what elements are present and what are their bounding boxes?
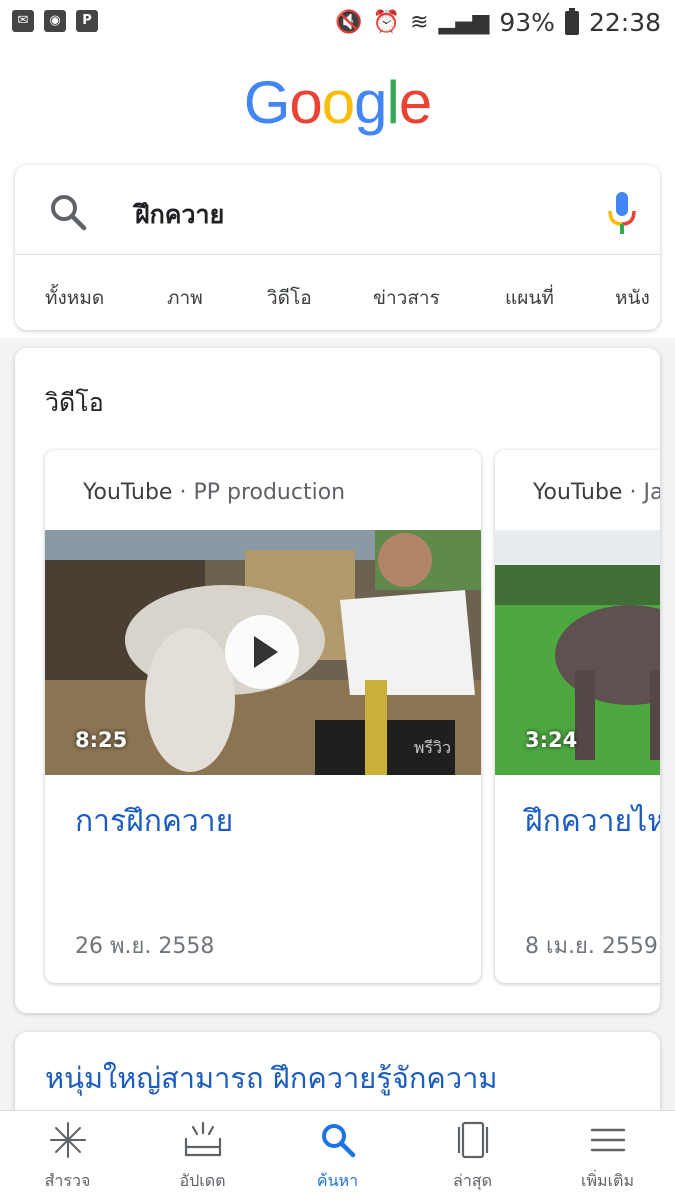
mail-icon: ✉ xyxy=(12,10,34,32)
clock: 22:38 xyxy=(588,8,661,37)
logo-letter: e xyxy=(398,69,432,136)
google-logo: Google xyxy=(0,68,675,137)
tab-maps[interactable]: แผนที่ xyxy=(505,283,554,313)
nav-label: อัปเดต xyxy=(179,1171,226,1190)
notification-icons: ✉ ◉ P xyxy=(12,10,98,32)
video-platform: YouTube xyxy=(533,480,623,505)
status-bar: ✉ ◉ P 🔇 ⏰ ≋ ▂▄▆ 93% 22:38 xyxy=(0,0,675,48)
search-tabs: ทั้งหมด ภาพ วิดีโอ ข่าวสาร แผนที่ หนัง xyxy=(15,255,660,330)
video-duration: 3:24 xyxy=(525,728,578,752)
search-icon xyxy=(322,1124,356,1158)
tab-videos[interactable]: วิดีโอ xyxy=(267,283,312,313)
parking-icon: P xyxy=(76,10,98,32)
recent-icon xyxy=(457,1121,489,1159)
nav-recent[interactable]: ล่าสุด xyxy=(405,1111,540,1200)
video-channel: Ja xyxy=(643,480,660,505)
video-platform: YouTube xyxy=(83,480,173,505)
video-title[interactable]: การฝึกควาย xyxy=(75,798,233,845)
logo-letter: o xyxy=(289,69,322,136)
video-thumbnail[interactable]: 3:24 xyxy=(495,530,660,775)
menu-icon xyxy=(590,1128,626,1152)
nav-more[interactable]: เพิ่มเติม xyxy=(540,1111,675,1200)
thumbnail-watermark: พรีวิว xyxy=(413,738,451,757)
battery-icon xyxy=(564,7,579,35)
microphone-icon[interactable] xyxy=(607,192,637,234)
updates-icon xyxy=(184,1121,222,1157)
nav-updates[interactable]: อัปเดต xyxy=(135,1111,270,1200)
video-card[interactable]: YouTube · PP production 8:25 พรีวิว การฝ xyxy=(45,450,481,983)
tab-images[interactable]: ภาพ xyxy=(167,283,203,313)
search-input[interactable]: ฝึกควาย xyxy=(135,195,224,235)
source-separator: · xyxy=(172,480,194,505)
logo-letter: G xyxy=(243,69,291,136)
result-title[interactable]: หนุ่มใหญ่สามารถ ฝึกควายรู้จักความ xyxy=(45,1057,605,1099)
search-card: ฝึกควาย ทั้งหมด ภาพ วิดีโอ ข่าวสาร แผนที… xyxy=(15,165,660,330)
logo-letter: g xyxy=(354,69,387,136)
video-date: 26 พ.ย. 2558 xyxy=(75,934,215,959)
tab-movies[interactable]: หนัง xyxy=(615,283,650,313)
alarm-icon: ⏰ xyxy=(372,10,401,35)
videos-section: วิดีโอ YouTube · PP production 8:25 พรีว… xyxy=(15,348,660,1013)
video-source: YouTube · Ja xyxy=(533,480,660,505)
thumbnail-image xyxy=(495,530,660,775)
video-source: YouTube · PP production xyxy=(83,480,345,505)
battery-percent: 93% xyxy=(499,8,555,37)
section-heading: วิดีโอ xyxy=(45,388,104,417)
play-button[interactable] xyxy=(225,615,299,689)
nav-label: สำรวจ xyxy=(44,1171,91,1190)
bottom-navigation: สำรวจ อัปเดต ค้นหา ล่าสุด เพิ่มเติม xyxy=(0,1110,675,1200)
nav-label: เพิ่มเติม xyxy=(581,1171,634,1190)
video-duration: 8:25 xyxy=(75,728,128,752)
sparkle-icon xyxy=(50,1122,86,1158)
tab-news[interactable]: ข่าวสาร xyxy=(373,283,440,313)
camera-icon: ◉ xyxy=(44,10,66,32)
logo-letter: o xyxy=(321,69,355,136)
status-indicators: 🔇 ⏰ ≋ ▂▄▆ 93% 22:38 xyxy=(335,7,661,37)
nav-label: ล่าสุด xyxy=(453,1171,492,1190)
logo-letter: l xyxy=(386,69,400,136)
signal-icon: ▂▄▆ xyxy=(438,10,490,35)
nav-discover[interactable]: สำรวจ xyxy=(0,1111,135,1200)
video-title[interactable]: ฝึกควายไห xyxy=(525,798,660,845)
nav-label: ค้นหา xyxy=(316,1171,359,1190)
video-channel: PP production xyxy=(193,480,346,505)
search-bar[interactable]: ฝึกควาย xyxy=(15,165,660,255)
video-thumbnail[interactable]: 8:25 พรีวิว xyxy=(45,530,481,775)
tab-all[interactable]: ทั้งหมด xyxy=(45,283,104,313)
nav-search[interactable]: ค้นหา xyxy=(270,1111,405,1200)
source-separator: · xyxy=(622,480,644,505)
search-icon[interactable] xyxy=(49,193,87,231)
mute-icon: 🔇 xyxy=(335,10,363,35)
video-card[interactable]: YouTube · Ja 3:24 ฝึกควายไห 8 เม.ย. 2559 xyxy=(495,450,660,983)
video-date: 8 เม.ย. 2559 xyxy=(525,934,658,959)
wifi-icon: ≋ xyxy=(410,10,429,35)
